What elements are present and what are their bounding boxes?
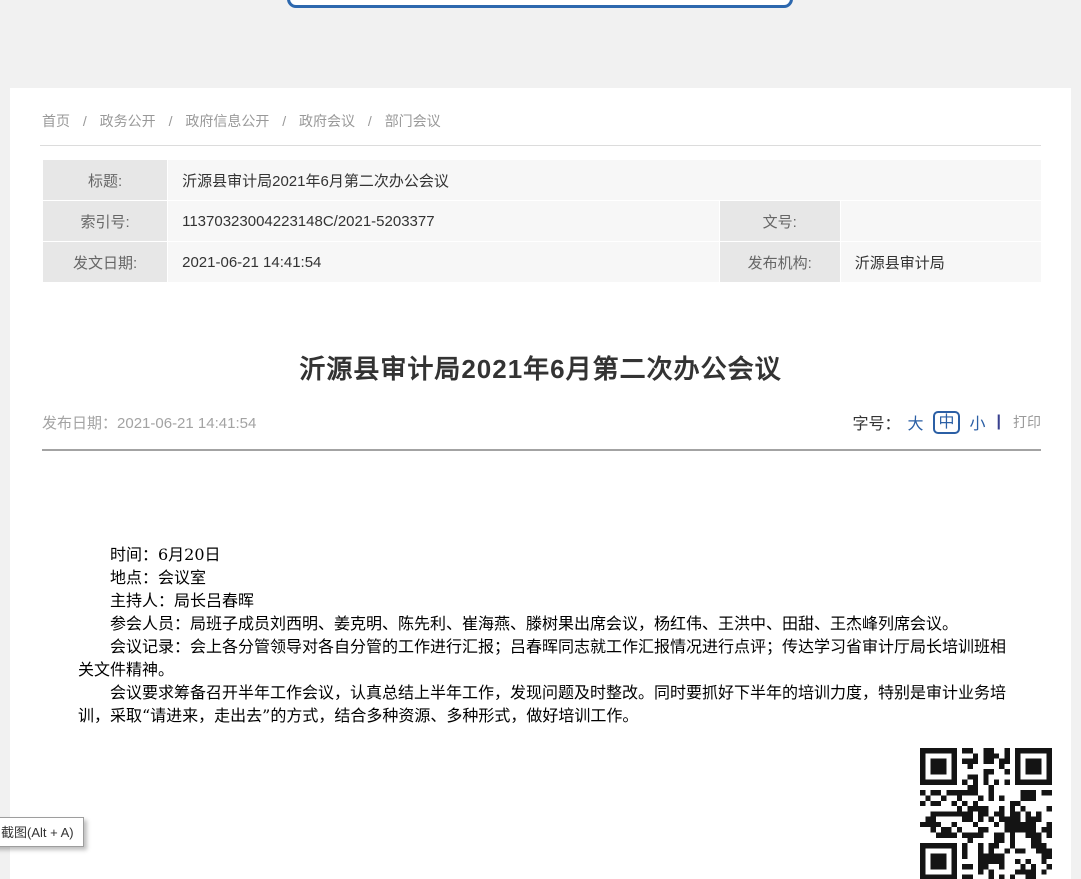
font-size-label: 字号： <box>852 410 900 434</box>
table-row: 标题: 沂源县审计局2021年6月第二次办公会议 <box>43 160 1041 200</box>
qr-code <box>920 748 1052 879</box>
doc-number-label: 文号: <box>720 201 840 241</box>
publish-date: 发布日期：2021-06-21 14:41:54 <box>42 412 256 433</box>
font-size-controls: 字号： 大 中 小 | 打印 <box>852 410 1041 434</box>
breadcrumb-home[interactable]: 首页 <box>42 113 70 129</box>
table-row: 发文日期: 2021-06-21 14:41:54 发布机构: 沂源县审计局 <box>43 242 1041 282</box>
font-size-small-button[interactable]: 小 <box>970 410 986 434</box>
paragraph-time: 时间：6月20日 <box>78 543 1016 566</box>
breadcrumb-divider <box>40 145 1041 146</box>
content-divider <box>42 449 1041 451</box>
breadcrumb-bumenhuiyi-current: 部门会议 <box>385 113 441 129</box>
index-number-label: 索引号: <box>43 201 167 241</box>
paragraph-place: 地点：会议室 <box>78 566 1016 589</box>
doc-number-value <box>841 201 1041 241</box>
issue-date-value: 2021-06-21 14:41:54 <box>168 242 719 282</box>
title-label: 标题: <box>43 160 167 200</box>
paragraph-attendees: 参会人员：局班子成员刘西明、姜克明、陈先利、崔海燕、滕树果出席会议，杨红伟、王洪… <box>78 612 1016 635</box>
info-table: 标题: 沂源县审计局2021年6月第二次办公会议 索引号: 1137032300… <box>42 159 1042 283</box>
breadcrumb-separator: / <box>368 113 372 129</box>
breadcrumb-separator: / <box>169 113 173 129</box>
table-row: 索引号: 11370323004223148C/2021-5203377 文号: <box>43 201 1041 241</box>
title-value: 沂源县审计局2021年6月第二次办公会议 <box>168 160 1041 200</box>
breadcrumb-separator: / <box>83 113 87 129</box>
page: 首页 / 政务公开 / 政府信息公开 / 政府会议 / 部门会议 标题: 沂源县… <box>0 0 1081 879</box>
article-title: 沂源县审计局2021年6月第二次办公会议 <box>50 349 1031 386</box>
screenshot-tooltip: 截图(Alt + A) <box>0 817 84 847</box>
search-box-partial[interactable] <box>287 0 793 8</box>
article-body: 时间：6月20日 地点：会议室 主持人：局长吕春晖 参会人员：局班子成员刘西明、… <box>78 543 1016 727</box>
index-number-value: 11370323004223148C/2021-5203377 <box>168 201 719 241</box>
content-panel: 首页 / 政务公开 / 政府信息公开 / 政府会议 / 部门会议 标题: 沂源县… <box>10 88 1071 879</box>
publish-date-value: 2021-06-21 14:41:54 <box>117 415 256 432</box>
paragraph-requirements: 会议要求筹备召开半年工作会议，认真总结上半年工作，发现问题及时整改。同时要抓好下… <box>78 681 1016 727</box>
paragraph-minutes: 会议记录：会上各分管领导对各自分管的工作进行汇报；吕春晖同志就工作汇报情况进行点… <box>78 635 1016 681</box>
breadcrumb-zhengwugongkai[interactable]: 政务公开 <box>100 113 156 129</box>
breadcrumb-zhengfuhuiyi[interactable]: 政府会议 <box>299 113 355 129</box>
font-size-large-button[interactable]: 大 <box>907 410 923 434</box>
breadcrumb: 首页 / 政务公开 / 政府信息公开 / 政府会议 / 部门会议 <box>10 88 1071 145</box>
breadcrumb-zhengfuxinxigongkai[interactable]: 政府信息公开 <box>185 113 269 129</box>
article-meta-bar: 发布日期：2021-06-21 14:41:54 字号： 大 中 小 | 打印 <box>42 410 1041 434</box>
font-size-medium-button[interactable]: 中 <box>933 411 959 434</box>
issuing-org-value: 沂源县审计局 <box>841 242 1041 282</box>
print-button[interactable]: 打印 <box>1013 412 1041 432</box>
controls-separator: | <box>997 413 1001 431</box>
paragraph-host: 主持人：局长吕春晖 <box>78 589 1016 612</box>
issue-date-label: 发文日期: <box>43 242 167 282</box>
breadcrumb-separator: / <box>282 113 286 129</box>
issuing-org-label: 发布机构: <box>720 242 840 282</box>
publish-date-label: 发布日期： <box>42 415 117 432</box>
